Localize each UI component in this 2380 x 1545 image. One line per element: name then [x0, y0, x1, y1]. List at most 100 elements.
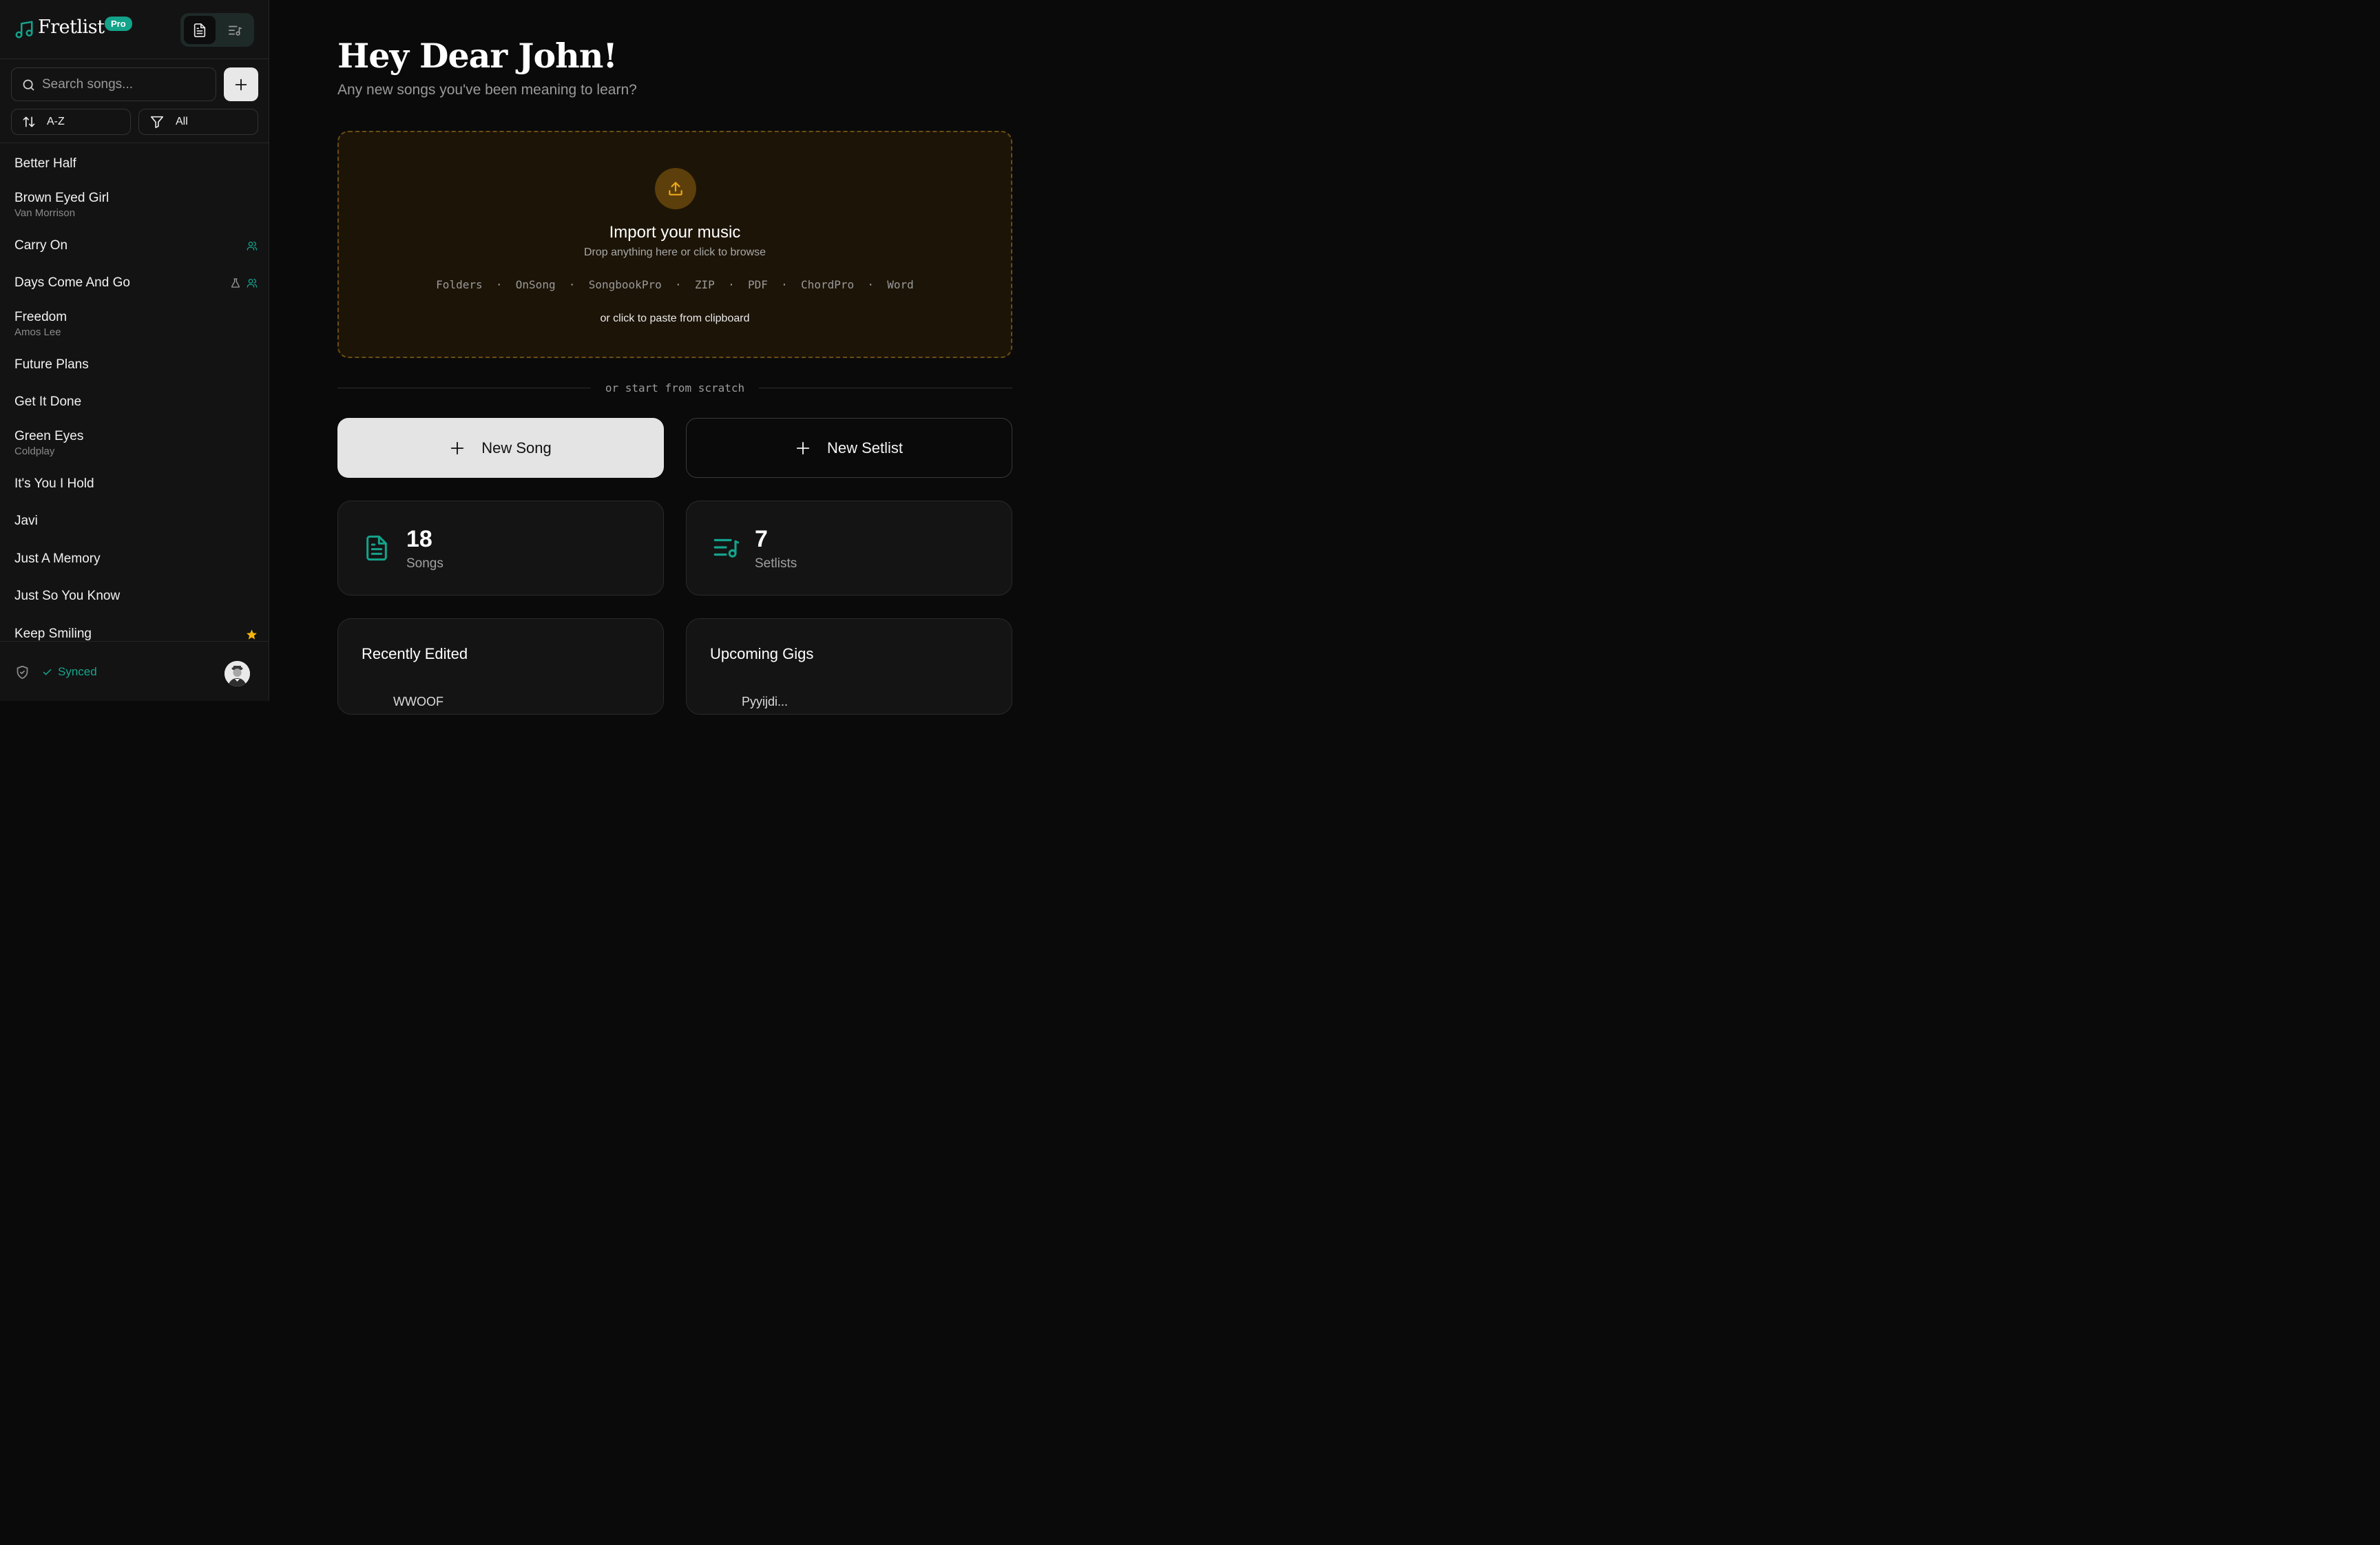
song-list-item[interactable]: Freedom Amos Lee — [0, 304, 269, 348]
song-title: Better Half — [14, 156, 76, 171]
import-title: Import your music — [609, 223, 741, 242]
recently-edited-title: Recently Edited — [362, 645, 468, 662]
list-music-icon — [228, 25, 242, 36]
search-icon — [21, 78, 36, 92]
sort-label: A-Z — [47, 116, 65, 127]
plus-icon — [235, 78, 247, 90]
format-separator: · — [714, 278, 748, 291]
page-title: Hey Dear John! — [337, 36, 618, 76]
upcoming-gigs-title: Upcoming Gigs — [710, 645, 814, 662]
sort-arrows-icon — [22, 115, 36, 129]
search-input[interactable] — [42, 75, 207, 94]
song-list-item[interactable]: Future Plans — [0, 348, 269, 386]
format-label: SongbookPro — [588, 278, 662, 291]
filter-button[interactable]: All — [138, 109, 258, 135]
song-title: Green Eyes — [14, 428, 84, 443]
song-title: Keep Smiling — [14, 626, 92, 641]
song-artist: Coldplay — [14, 445, 55, 457]
song-title: Freedom — [14, 309, 67, 324]
format-label: Folders — [436, 278, 483, 291]
plus-icon — [796, 441, 810, 454]
add-song-button[interactable] — [224, 67, 258, 101]
recently-edited-panel: Recently Edited WWOOF — [337, 618, 664, 715]
song-artist: Amos Lee — [14, 326, 61, 338]
avatar[interactable] — [225, 661, 250, 686]
upload-icon — [655, 168, 696, 209]
sidebar-footer: Synced — [0, 641, 269, 701]
song-title: It's You I Hold — [14, 476, 94, 491]
document-icon — [194, 23, 206, 37]
new-setlist-label: New Setlist — [826, 439, 904, 456]
format-separator: · — [767, 278, 802, 291]
song-list-item[interactable]: Get It Done — [0, 386, 269, 423]
format-separator: · — [482, 278, 516, 291]
import-formats: Folders · OnSong · SongbookPro · ZIP · P… — [339, 278, 1011, 291]
upcoming-gigs-panel: Upcoming Gigs Pyyijdi... — [686, 618, 1012, 715]
song-indicators — [247, 240, 258, 251]
search-field[interactable] — [11, 67, 216, 101]
setlists-count: 7 — [755, 526, 768, 552]
format-label: Word — [887, 278, 914, 291]
filter-label: All — [176, 116, 188, 127]
brand-header: Fretlist Pro — [0, 0, 269, 59]
song-title: Just So You Know — [14, 589, 121, 603]
setlists-stat-card[interactable]: 7 Setlists — [686, 501, 1012, 596]
format-label: PDF — [747, 278, 768, 291]
song-list-item[interactable]: It's You I Hold — [0, 467, 269, 505]
shield-icon[interactable] — [15, 665, 30, 680]
format-label: ChordPro — [801, 278, 855, 291]
songs-count: 18 — [406, 526, 432, 552]
song-title: Get It Done — [14, 395, 82, 409]
page-subtitle: Any new songs you've been meaning to lea… — [337, 82, 637, 98]
song-list-item[interactable]: Just A Memory — [0, 543, 269, 580]
filter-funnel-icon — [149, 114, 165, 129]
setlists-count-label: Setlists — [755, 556, 797, 571]
sync-status-label: Synced — [58, 665, 97, 678]
song-artist: Van Morrison — [14, 207, 76, 219]
songs-count-label: Songs — [406, 556, 443, 571]
song-list-item[interactable]: Days Come And Go — [0, 266, 269, 304]
recent-item[interactable]: WWOOF — [393, 695, 443, 709]
gig-item[interactable]: Pyyijdi... — [742, 695, 788, 709]
song-title: Future Plans — [14, 357, 89, 372]
users-icon — [247, 240, 258, 251]
setlists-view-button[interactable] — [219, 16, 251, 44]
song-list-item[interactable]: Better Half — [0, 147, 269, 185]
song-list-item[interactable]: Javi — [0, 505, 269, 542]
song-list-item[interactable]: Green Eyes Coldplay — [0, 423, 269, 467]
song-list-item[interactable]: Just So You Know — [0, 580, 269, 617]
new-song-label: New Song — [481, 439, 552, 456]
new-song-button[interactable]: New Song — [337, 418, 664, 478]
sort-button[interactable]: A-Z — [11, 109, 131, 135]
song-title: Days Come And Go — [14, 275, 130, 290]
format-separator: · — [854, 278, 888, 291]
song-indicators — [230, 277, 258, 288]
songs-stat-card[interactable]: 18 Songs — [337, 501, 664, 596]
song-list-item[interactable]: Carry On — [0, 229, 269, 266]
song-list-item[interactable]: Brown Eyed Girl Van Morrison — [0, 185, 269, 229]
song-title: Carry On — [14, 238, 68, 253]
plus-icon — [451, 441, 464, 454]
brand-name: Fretlist — [38, 17, 105, 38]
check-icon — [43, 669, 52, 675]
list-music-icon — [711, 533, 740, 562]
document-icon — [363, 533, 390, 563]
song-indicators — [246, 629, 258, 640]
view-toggle — [180, 13, 254, 47]
new-setlist-button[interactable]: New Setlist — [686, 418, 1012, 478]
song-title: Javi — [14, 514, 38, 528]
song-title: Brown Eyed Girl — [14, 190, 109, 205]
format-separator: · — [661, 278, 695, 291]
music-note-logo-icon — [14, 19, 34, 40]
sync-status: Synced — [42, 665, 97, 679]
songs-view-button[interactable] — [184, 16, 216, 44]
users-icon — [247, 277, 258, 288]
format-label: OnSong — [515, 278, 556, 291]
paste-clipboard-link[interactable]: or click to paste from clipboard — [339, 313, 1011, 325]
import-dropzone[interactable]: Import your music Drop anything here or … — [337, 131, 1012, 358]
sidebar: Fretlist Pro A-Z — [0, 0, 269, 701]
format-label: ZIP — [694, 278, 715, 291]
flask-icon — [230, 277, 241, 288]
scratch-divider-label: or start from scratch — [605, 381, 745, 395]
import-subtitle: Drop anything here or click to browse — [583, 246, 766, 258]
